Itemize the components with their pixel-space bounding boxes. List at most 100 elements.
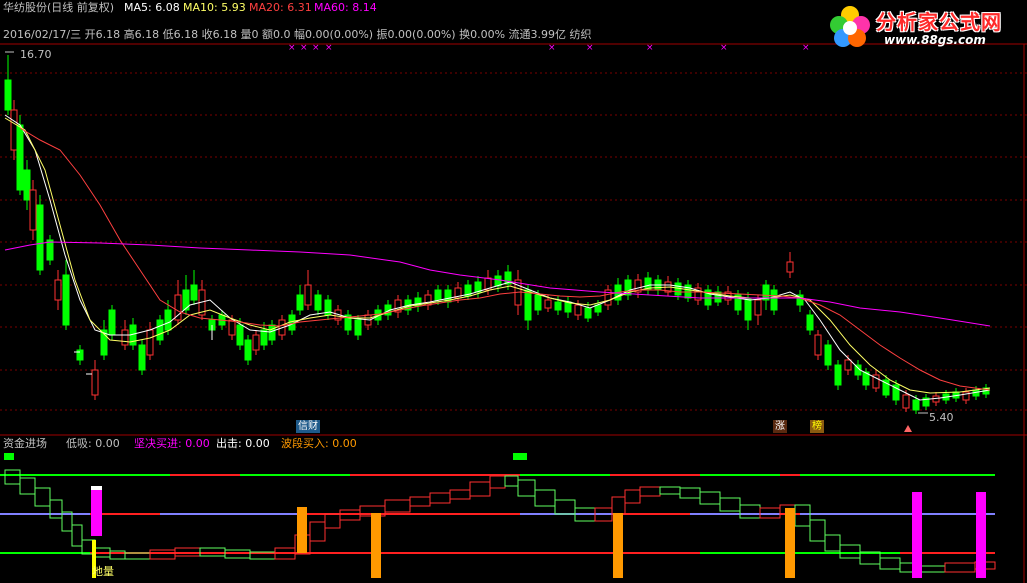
step-box [309,521,326,542]
candle-body [744,297,752,321]
candle-body [121,329,129,346]
candle-body [296,294,304,311]
step-box [469,481,491,497]
wave-buy-bar [297,507,307,553]
candle-body [138,344,146,371]
step-box [534,489,556,507]
candle-body [544,299,552,309]
ma20-line [19,127,991,391]
candle-body [46,239,54,261]
firm-buy-bar [912,492,922,578]
candle-body [534,294,542,311]
exit-value: 出击: 0.00 [216,437,270,450]
step-box [489,475,506,489]
candle-body [164,309,172,331]
ma10-label: MA10: 5.93 [183,1,246,14]
candle-body [754,299,762,316]
firm-buy-value: 坚决买进: 0.00 [134,437,210,450]
step-box [429,492,451,504]
step-box [824,534,841,552]
board-marker[interactable]: 榜 [810,420,824,433]
firm-buy-cap [91,486,102,490]
up-triangle-icon [904,425,912,432]
kline-chart[interactable]: × × × × × × × × × [0,0,1027,583]
candle-body [844,359,852,371]
step-box [739,504,761,519]
chart-decor: × × × × × × × × × [5,43,928,432]
signal-block [4,453,14,460]
step-box [699,491,721,505]
finance-marker[interactable]: 信财 [296,420,320,433]
candle-body [554,301,562,311]
step-box [517,479,536,497]
event-marker: × [720,43,728,53]
event-marker: × [325,43,333,53]
candle-body [434,289,442,301]
ground-volume-label: 地量 [92,565,114,578]
step-box [149,549,176,560]
candle-body [146,329,154,356]
step-box [4,469,21,485]
step-box [659,486,681,495]
candle-body [91,369,99,396]
candle-body [314,294,322,311]
candle-body [806,314,814,331]
candle-body [786,261,794,273]
price-grid [0,43,1027,583]
event-marker: × [646,43,654,53]
candle-body [236,324,244,346]
candle-body [29,189,37,231]
candle-body [834,364,842,386]
candlesticks [4,55,990,414]
step-box [879,557,901,570]
step-box [19,477,36,495]
step-box [449,489,471,500]
moving-average-lines [4,114,991,401]
candle-body [174,294,182,321]
event-marker: × [548,43,556,53]
low-price-label: 5.40 [929,411,954,424]
candle-body [814,334,822,356]
rise-marker[interactable]: 涨 [773,420,787,433]
candle-body [902,394,910,409]
candle-body [354,319,362,336]
ma20-label: MA20: 6.31 [249,1,312,14]
candle-body [304,284,312,306]
signal-block [513,453,527,460]
candle-body [824,344,832,366]
event-marker: × [312,43,320,53]
event-marker: × [300,43,308,53]
wave-buy-bar [785,508,795,578]
wave-buy-bar [371,513,381,578]
step-box [794,504,811,527]
candle-body [524,289,532,321]
candle-body [252,334,260,351]
firm-buy-bar [976,492,986,578]
logo-title: 分析家公式网 [876,10,1002,34]
candle-body [62,274,70,326]
step-box [809,519,826,542]
step-box [409,496,431,507]
candle-body [268,324,276,341]
step-box [919,565,946,573]
candle-body [912,399,920,411]
candle-body [108,309,116,336]
candle-body [16,124,24,191]
candle-body [770,289,778,311]
step-box [384,499,411,513]
step-box [554,499,576,515]
candle-body [36,204,44,271]
candle-body [54,279,62,301]
candle-body [244,339,252,361]
low-buy-value: 低吸: 0.00 [66,437,120,450]
logo-url: www.88gs.com [884,33,986,47]
step-box [611,496,626,515]
step-box [324,513,341,529]
step-box [719,497,741,512]
ma60-label: MA60: 8.14 [314,1,377,14]
step-box [71,524,83,547]
event-marker: × [586,43,594,53]
candle-body [228,319,236,336]
candle-body [260,329,268,346]
candle-body [10,109,18,151]
